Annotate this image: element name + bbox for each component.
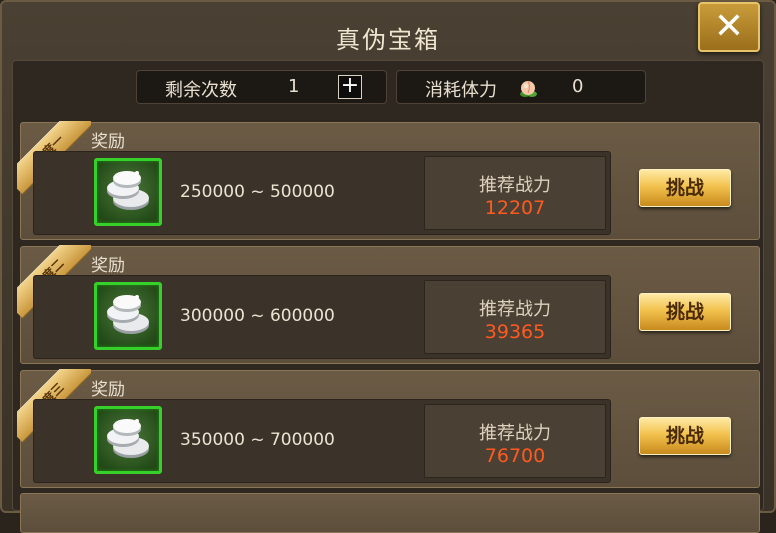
difficulty-row-partial — [20, 493, 760, 533]
remaining-attempts-value: 1 — [288, 76, 300, 97]
reward-range: 350000 ~ 700000 — [180, 430, 335, 450]
silver-coins-icon — [107, 171, 149, 210]
recommended-power-value: 76700 — [484, 445, 546, 467]
stamina-cost-box: 消耗体力 0 — [396, 70, 646, 104]
close-icon: ✕ — [713, 6, 745, 47]
stamina-cost-label: 消耗体力 — [425, 80, 497, 101]
challenge-button[interactable]: 挑战 — [639, 417, 731, 455]
dialog-title: 真伪宝箱 — [336, 26, 440, 54]
silver-coins-icon — [107, 295, 149, 334]
recommended-power-value: 39365 — [484, 321, 546, 343]
add-attempts-button[interactable]: + — [338, 75, 362, 99]
difficulty-row: 难度二 奖励 300000 ~ 600000 推荐战力 39365 挑战 — [17, 245, 760, 364]
reward-item-slot[interactable] — [94, 406, 162, 474]
challenge-button[interactable]: 挑战 — [639, 169, 731, 207]
recommended-power-box: 推荐战力 39365 — [424, 280, 606, 354]
plus-icon: + — [340, 73, 360, 98]
reward-label: 奖励 — [91, 380, 125, 400]
reward-range: 300000 ~ 600000 — [180, 306, 335, 326]
recommended-power-label: 推荐战力 — [479, 175, 551, 196]
reward-item-slot[interactable] — [94, 158, 162, 226]
recommended-power-box: 推荐战力 76700 — [424, 404, 606, 478]
remaining-attempts-box: 剩余次数 1 + — [136, 70, 387, 104]
reward-range: 250000 ~ 500000 — [180, 182, 335, 202]
remaining-attempts-label: 剩余次数 — [165, 80, 237, 101]
reward-panel: 350000 ~ 700000 推荐战力 76700 — [33, 399, 611, 483]
challenge-button[interactable]: 挑战 — [639, 293, 731, 331]
reward-item-slot[interactable] — [94, 282, 162, 350]
peach-icon — [520, 80, 537, 97]
reward-panel: 250000 ~ 500000 推荐战力 12207 — [33, 151, 611, 235]
reward-panel: 300000 ~ 600000 推荐战力 39365 — [33, 275, 611, 359]
dialog-frame: 真伪宝箱 ✕ 剩余次数 1 + 消耗体力 0 难度一 奖励 250000 ~ 5… — [0, 0, 776, 533]
reward-label: 奖励 — [91, 256, 125, 276]
recommended-power-box: 推荐战力 12207 — [424, 156, 606, 230]
difficulty-row: 难度三 奖励 350000 ~ 700000 推荐战力 76700 挑战 — [17, 369, 760, 488]
stamina-cost-value: 0 — [572, 76, 584, 97]
recommended-power-value: 12207 — [484, 197, 546, 219]
recommended-power-label: 推荐战力 — [479, 423, 551, 444]
silver-coins-icon — [107, 419, 149, 458]
close-button[interactable]: ✕ — [698, 2, 760, 52]
difficulty-row: 难度一 奖励 250000 ~ 500000 推荐战力 12207 挑战 — [17, 121, 760, 240]
recommended-power-label: 推荐战力 — [479, 299, 551, 320]
reward-label: 奖励 — [91, 132, 125, 152]
